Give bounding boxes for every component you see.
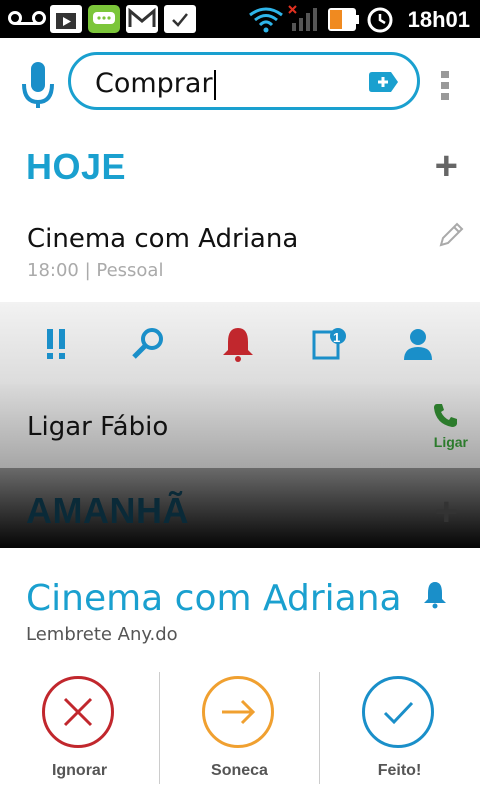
call-action-label[interactable]: Ligar: [434, 434, 468, 450]
clock-time: 18h01: [407, 7, 470, 32]
add-tag-icon[interactable]: [367, 71, 399, 93]
arrow-right-icon: [222, 699, 256, 725]
wifi-icon: [249, 7, 283, 33]
section-tomorrow-title: AMANHÃ: [26, 490, 189, 531]
search-input-value: Comprar: [95, 68, 216, 100]
talk-icon: [88, 5, 120, 33]
ignore-circle: [42, 676, 114, 748]
signal-icon: [288, 5, 317, 31]
microphone-icon[interactable]: [20, 60, 56, 110]
gmail-icon: [126, 5, 158, 33]
voicemail-icon: [8, 11, 46, 25]
add-task-today-button[interactable]: +: [435, 146, 458, 186]
alarm-icon: [367, 7, 393, 33]
snooze-button[interactable]: Soneca: [160, 672, 319, 788]
market-icon: [50, 5, 82, 33]
task-item[interactable]: Cinema com Adriana 18:00 | Pessoal: [0, 206, 480, 302]
reminder-actions: Ignorar Soneca Feito!: [0, 672, 480, 788]
note-icon[interactable]: [308, 324, 348, 364]
battery-icon: [328, 8, 359, 31]
ignore-button[interactable]: Ignorar: [0, 672, 159, 788]
task-toolbar: 1: [0, 302, 480, 385]
priority-icon[interactable]: [36, 324, 76, 364]
bell-icon[interactable]: [218, 324, 258, 364]
ignore-label: Ignorar: [51, 762, 108, 779]
done-label: Feito!: [377, 762, 422, 779]
snooze-label: Soneca: [211, 762, 268, 779]
reminder-title: Cinema com Adriana: [26, 578, 402, 619]
task-title: Ligar Fábio: [27, 412, 169, 442]
task-item[interactable]: Ligar Fábio Ligar: [0, 384, 480, 469]
snooze-circle: [202, 676, 274, 748]
status-bar: 18h01: [0, 0, 480, 38]
task-title: Cinema com Adriana: [27, 224, 299, 254]
overflow-menu-icon[interactable]: [440, 70, 450, 102]
reminder-subtitle: Lembrete Any.do: [26, 624, 178, 645]
done-button[interactable]: Feito!: [320, 672, 479, 788]
section-tomorrow-header: AMANHÃ +: [0, 468, 480, 548]
search-input[interactable]: Comprar: [68, 52, 420, 110]
section-today-header: HOJE +: [0, 126, 480, 206]
task-check-icon: [164, 5, 196, 33]
check-icon: [383, 701, 414, 725]
edit-pencil-icon[interactable]: [436, 220, 466, 250]
contact-icon[interactable]: [398, 324, 438, 364]
note-count-badge: 1: [333, 330, 341, 345]
close-icon: [63, 697, 93, 727]
phone-icon[interactable]: [432, 402, 458, 428]
section-today-title: HOJE: [26, 146, 127, 187]
text-caret: [213, 69, 216, 100]
done-circle: [362, 676, 434, 748]
add-task-tomorrow-button[interactable]: +: [435, 492, 458, 532]
bell-icon: [424, 582, 446, 609]
reminder-dialog: Cinema com Adriana Lembrete Any.do Ignor…: [0, 548, 480, 800]
search-bar: Comprar: [0, 38, 480, 126]
search-icon[interactable]: [128, 324, 168, 364]
task-subtitle: 18:00 | Pessoal: [27, 260, 164, 281]
